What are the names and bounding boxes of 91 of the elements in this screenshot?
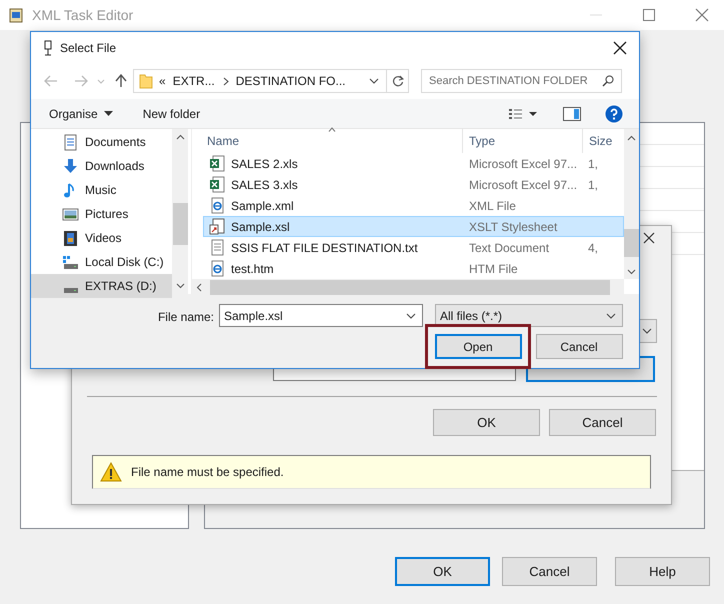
dialog-button[interactable]: OK (395, 557, 490, 586)
address-bar[interactable]: « EXTR... DESTINATION FO... (133, 69, 409, 93)
dialog-title: Select File (60, 40, 116, 56)
file-type: Text Document (468, 240, 550, 256)
window-title: XML Task Editor (32, 6, 134, 24)
nav-item[interactable]: EXTRAS (D:) (31, 274, 172, 298)
downloads-icon (62, 158, 79, 174)
file-icon (209, 176, 226, 193)
input-field[interactable]: Sample.xsl (219, 304, 423, 327)
scrollbar-thumb[interactable] (624, 229, 639, 257)
documents-icon (62, 134, 79, 150)
dialog-button[interactable]: Cancel (536, 334, 622, 359)
dialog-button[interactable]: Cancel (549, 409, 656, 436)
breadcrumb-item[interactable]: EXTR... (172, 72, 215, 90)
file-icon (209, 260, 226, 277)
file-icon (209, 218, 226, 235)
search-input[interactable]: Search DESTINATION FOLDER (429, 72, 600, 90)
close-icon[interactable] (643, 232, 655, 244)
toolbar-button[interactable]: New folder (142, 104, 200, 122)
maximize-icon[interactable] (642, 8, 656, 22)
file-row[interactable]: Sample.xml XML File (203, 195, 624, 216)
scroll-left-icon[interactable] (196, 282, 202, 292)
scroll-up-icon[interactable] (627, 135, 636, 141)
folder-icon (139, 73, 153, 89)
breadcrumb-item[interactable]: DESTINATION FO... (236, 72, 346, 90)
field-label: File name: (158, 309, 214, 326)
nav-item[interactable]: Pictures (31, 202, 172, 226)
nav-item[interactable]: Music (31, 178, 172, 202)
column-header[interactable]: Type (462, 129, 582, 153)
file-row[interactable]: SSIS FLAT FILE DESTINATION.txt Text Document 4, (203, 237, 624, 258)
file-name: SALES 3.xls (231, 176, 298, 194)
file-icon (209, 197, 226, 214)
dialog-button[interactable]: OK (433, 409, 540, 436)
preview-pane-icon[interactable] (563, 106, 581, 120)
scrollbar[interactable] (172, 129, 188, 294)
toolbar-button[interactable]: Organise (49, 104, 113, 122)
dialog-button[interactable]: Open (434, 334, 522, 359)
warning-icon (100, 462, 122, 482)
file-row[interactable]: test.htm HTM File (203, 258, 624, 279)
close-icon[interactable] (613, 40, 627, 54)
nav-item[interactable]: Documents (31, 130, 172, 154)
file-row[interactable]: SALES 2.xls Microsoft Excel 97... 1, (203, 153, 624, 174)
file-name: Sample.xsl (231, 218, 290, 236)
scroll-down-icon[interactable] (176, 283, 184, 289)
scroll-up-icon[interactable] (176, 134, 184, 140)
column-header[interactable]: Name (192, 129, 462, 153)
sort-caret-icon (328, 127, 336, 132)
pictures-icon (62, 206, 79, 222)
scrollbar[interactable] (624, 129, 639, 279)
app-icon (8, 7, 24, 23)
search-icon (602, 75, 614, 87)
dialog-button[interactable]: Cancel (502, 557, 597, 586)
dialog-button[interactable]: Help (615, 557, 710, 586)
file-type: Microsoft Excel 97... (468, 176, 578, 194)
file-icon (209, 239, 226, 256)
search-field[interactable]: Search DESTINATION FOLDER (421, 69, 622, 93)
file-size: 4, (587, 240, 598, 256)
file-type: Microsoft Excel 97... (468, 156, 578, 172)
system-disk-icon (62, 254, 79, 270)
file-name: test.htm (231, 260, 274, 278)
file-row[interactable]: SALES 3.xls Microsoft Excel 97... 1, (203, 174, 624, 195)
caret-icon (104, 111, 113, 116)
file-size: 1, (587, 176, 598, 194)
scroll-down-icon[interactable] (627, 269, 636, 275)
chevron-down-icon[interactable] (369, 78, 379, 84)
file-size: 1, (587, 156, 598, 172)
chevron-down-icon (406, 312, 416, 318)
file-name: SALES 2.xls (231, 156, 298, 172)
videos-icon (62, 230, 79, 246)
nav-item[interactable]: Videos (31, 226, 172, 250)
dropdown-field[interactable]: All files (*.*) (435, 304, 623, 327)
file-type: XSLT Stylesheet (468, 218, 558, 236)
nav-item[interactable]: Local Disk (C:) (31, 250, 172, 274)
nav-item[interactable]: Downloads (31, 154, 172, 178)
scrollbar-thumb[interactable] (172, 203, 188, 245)
help-icon[interactable] (605, 104, 623, 122)
file-row[interactable]: Sample.xsl XSLT Stylesheet (203, 216, 624, 237)
up-arrow-icon[interactable] (115, 74, 127, 88)
breadcrumb-separator: « (159, 73, 166, 90)
file-name: Sample.xml (231, 198, 294, 214)
file-type: HTM File (468, 260, 519, 278)
chevron-down-icon (606, 312, 616, 318)
file-icon (209, 155, 226, 172)
chevron-right-icon (222, 76, 229, 86)
warning-message: File name must be specified. (131, 464, 284, 481)
refresh-icon (392, 75, 404, 87)
view-options-icon[interactable] (508, 106, 538, 120)
pin-icon (42, 40, 54, 56)
chevron-down-icon (642, 328, 652, 334)
file-name: SSIS FLAT FILE DESTINATION.txt (231, 240, 418, 256)
file-type: XML File (468, 198, 517, 214)
